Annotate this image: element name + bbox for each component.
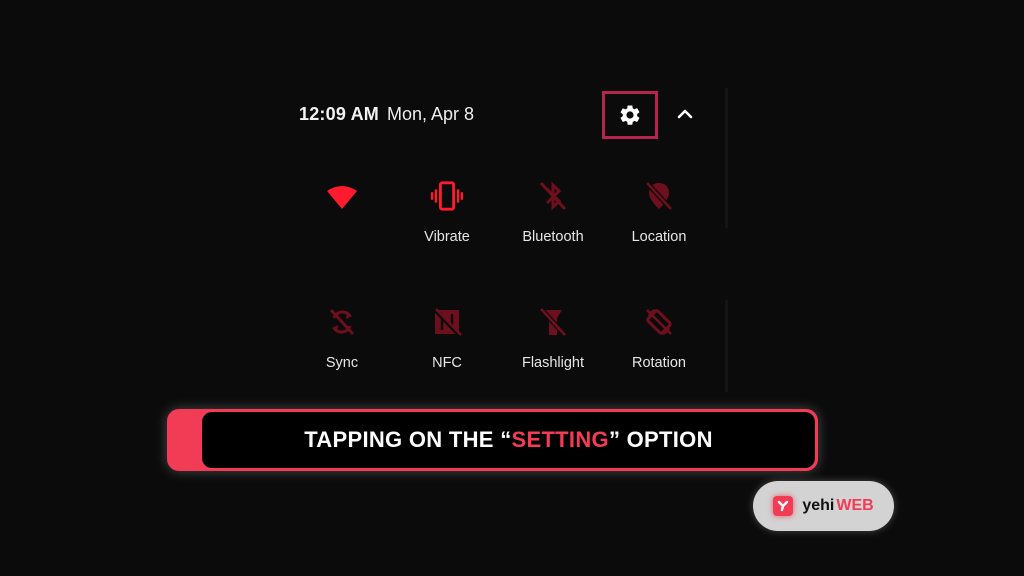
nfc-off-icon xyxy=(430,305,464,339)
brand-name-part2: WEB xyxy=(836,497,874,514)
tile-location[interactable]: Location xyxy=(606,179,712,247)
divider xyxy=(725,300,728,392)
brand-logo-icon xyxy=(773,496,794,516)
brand-watermark: yehi WEB xyxy=(753,481,894,531)
tile-label: NFC xyxy=(432,355,462,371)
brand-name-part1: yehi xyxy=(802,497,835,514)
caption-banner: TAPPING ON THE “SETTING” OPTION xyxy=(167,409,818,471)
tile-rotation[interactable]: Rotation xyxy=(606,305,712,373)
bluetooth-off-icon xyxy=(536,179,570,213)
clock-time: 12:09 AM xyxy=(299,103,379,124)
status-row: 12:09 AM Mon, Apr 8 xyxy=(299,100,474,128)
caption-text: TAPPING ON THE “SETTING” OPTION xyxy=(202,412,815,468)
chevron-up-icon xyxy=(677,109,693,119)
tile-label: Sync xyxy=(325,355,359,371)
clock-date: Mon, Apr 8 xyxy=(386,103,475,124)
tile-label: Bluetooth xyxy=(522,229,584,245)
gear-icon xyxy=(620,105,640,125)
tile-label: Vibrate xyxy=(424,229,470,245)
collapse-button[interactable] xyxy=(672,102,698,126)
flashlight-off-icon xyxy=(536,305,570,339)
tile-nfc[interactable]: NFC xyxy=(394,305,500,373)
tile-bluetooth[interactable]: Bluetooth xyxy=(500,179,606,247)
tile-label: Flashlight xyxy=(521,355,585,371)
caption-prefix: TAPPING ON THE “ xyxy=(304,427,512,452)
settings-button[interactable] xyxy=(602,91,658,139)
caption-highlight: SETTING xyxy=(511,427,609,452)
tile-label: Location xyxy=(631,229,687,245)
tile-vibrate[interactable]: Vibrate xyxy=(394,179,500,247)
tile-sync[interactable]: Sync xyxy=(289,305,395,373)
sync-off-icon xyxy=(325,305,359,339)
location-off-icon xyxy=(642,179,676,213)
tile-label: Rotation xyxy=(631,355,686,371)
tile-flashlight[interactable]: Flashlight xyxy=(500,305,606,373)
caption-suffix: ” OPTION xyxy=(608,427,713,452)
vibrate-icon xyxy=(430,179,464,213)
tile-wifi[interactable] xyxy=(289,179,395,247)
rotation-off-icon xyxy=(642,305,676,339)
wifi-icon xyxy=(325,179,359,213)
divider xyxy=(725,88,728,228)
